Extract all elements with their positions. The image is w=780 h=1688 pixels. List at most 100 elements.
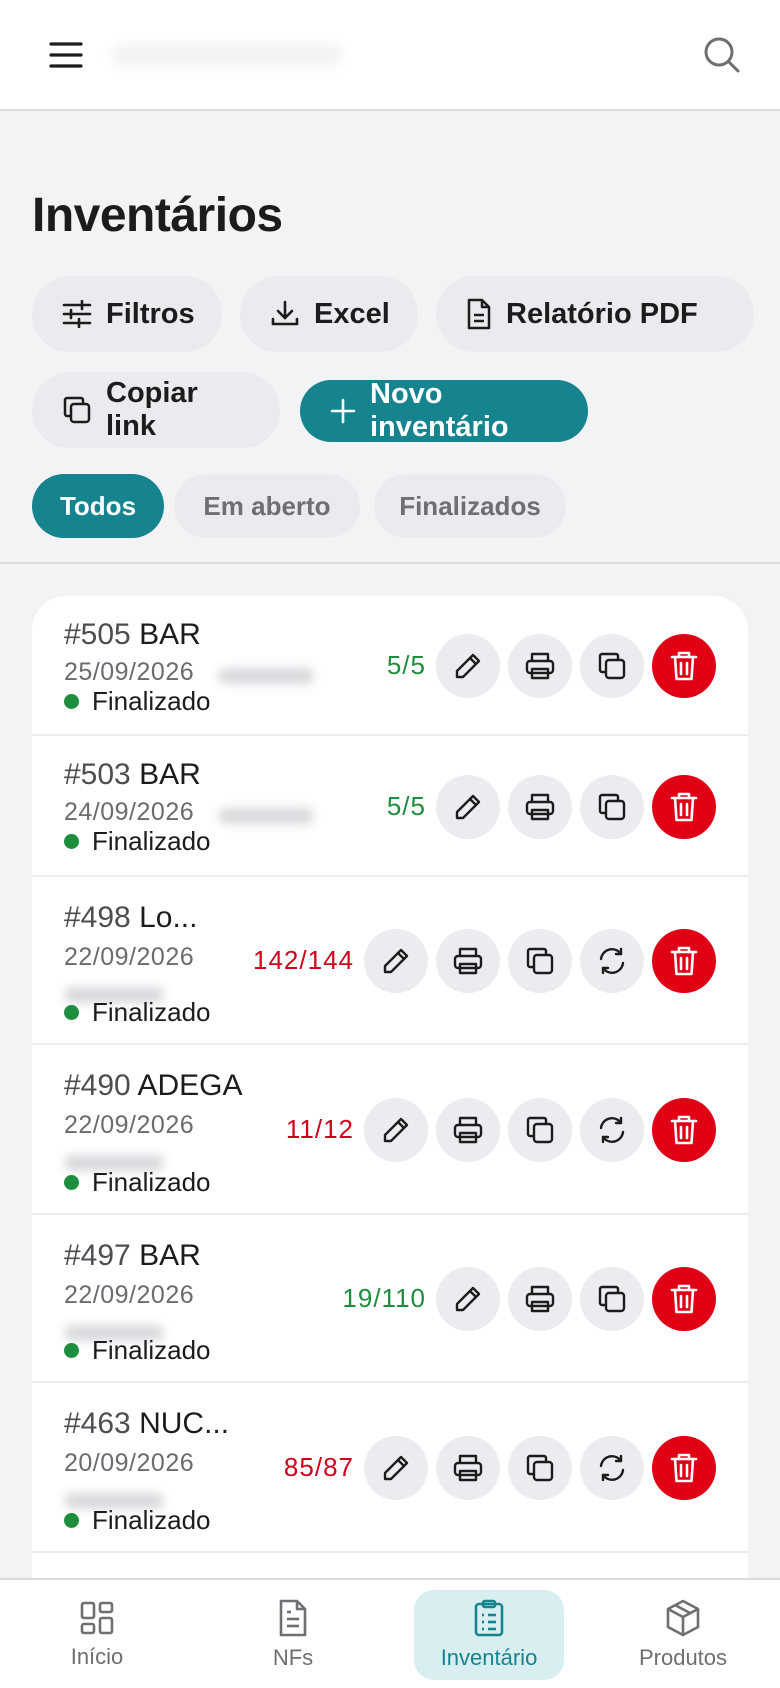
status-label: Finalizado — [92, 1505, 211, 1535]
item-date: 22/09/2026 — [64, 943, 195, 971]
pencil-icon — [453, 651, 483, 681]
menu-icon[interactable] — [44, 33, 88, 77]
print-button[interactable] — [436, 1436, 500, 1500]
item-date: 20/09/2026 — [64, 1449, 195, 1477]
item-user — [218, 668, 314, 684]
copy-link-button[interactable]: Copiar link — [32, 372, 280, 448]
duplicate-button[interactable] — [508, 1098, 572, 1162]
duplicate-button[interactable] — [580, 775, 644, 839]
pencil-icon — [381, 946, 411, 976]
status-badge: Finalizado — [64, 1167, 211, 1198]
nav-home[interactable]: Início — [22, 1590, 172, 1680]
clipboard-list-icon — [474, 1599, 504, 1637]
status-badge: Finalizado — [64, 686, 211, 717]
divider — [0, 562, 780, 564]
delete-button[interactable] — [652, 1098, 716, 1162]
bottom-nav: Início NFs Inventário Produtos — [0, 1578, 780, 1688]
print-button[interactable] — [508, 775, 572, 839]
list-item: #497 BAR 22/09/2026 Finalizado 19/110 — [32, 1215, 748, 1383]
printer-icon — [452, 946, 484, 976]
item-number: #503 — [64, 758, 131, 791]
sync-button[interactable] — [580, 1098, 644, 1162]
printer-icon — [524, 792, 556, 822]
item-title: #503 BAR — [64, 758, 201, 792]
status-badge: Finalizado — [64, 997, 211, 1028]
status-dot — [64, 1005, 79, 1020]
new-inventory-button[interactable]: Novo inventário — [300, 378, 588, 443]
item-date: 22/09/2026 — [64, 1281, 195, 1309]
search-icon[interactable] — [700, 33, 744, 77]
printer-icon — [524, 651, 556, 681]
status-dot — [64, 834, 79, 849]
item-number: #490 — [64, 1069, 131, 1102]
print-button[interactable] — [436, 1098, 500, 1162]
print-button[interactable] — [436, 929, 500, 993]
tab-finished[interactable]: Finalizados — [374, 474, 566, 538]
item-number: #505 — [64, 618, 131, 651]
status-label: Finalizado — [92, 826, 211, 856]
item-number: #498 — [64, 901, 131, 934]
print-button[interactable] — [508, 634, 572, 698]
item-title: #498 Lo... — [64, 901, 197, 935]
delete-button[interactable] — [652, 1267, 716, 1331]
copy-link-label: Copiar link — [106, 377, 198, 442]
tab-all[interactable]: Todos — [32, 474, 164, 538]
item-title: #490 ADEGA — [64, 1069, 242, 1103]
duplicate-button[interactable] — [508, 1436, 572, 1500]
status-badge: Finalizado — [64, 1505, 211, 1536]
item-count: 142/144 — [253, 945, 354, 975]
nav-inventory[interactable]: Inventário — [414, 1590, 564, 1680]
item-number: #463 — [64, 1407, 131, 1440]
trash-icon — [670, 1452, 698, 1484]
page-title: Inventários — [32, 189, 283, 242]
sync-button[interactable] — [580, 929, 644, 993]
duplicate-button[interactable] — [508, 929, 572, 993]
filters-label: Filtros — [106, 297, 195, 330]
pencil-icon — [381, 1115, 411, 1145]
edit-button[interactable] — [364, 1098, 428, 1162]
item-count: 85/87 — [283, 1452, 354, 1482]
copy-icon — [597, 792, 627, 822]
delete-button[interactable] — [652, 634, 716, 698]
excel-button[interactable]: Excel — [240, 276, 418, 352]
edit-button[interactable] — [364, 929, 428, 993]
item-number: #497 — [64, 1239, 131, 1272]
print-button[interactable] — [508, 1267, 572, 1331]
edit-button[interactable] — [436, 1267, 500, 1331]
pencil-icon — [453, 1284, 483, 1314]
pdf-report-button[interactable]: Relatório PDF — [436, 276, 754, 352]
edit-button[interactable] — [436, 775, 500, 839]
status-label: Finalizado — [92, 686, 211, 716]
item-count: 19/110 — [342, 1283, 426, 1313]
delete-button[interactable] — [652, 1436, 716, 1500]
item-name: BAR — [139, 1239, 201, 1272]
edit-button[interactable] — [364, 1436, 428, 1500]
item-count: 5/5 — [386, 791, 426, 821]
nav-products[interactable]: Produtos — [608, 1590, 758, 1680]
refresh-icon — [597, 1453, 627, 1483]
inventory-list: #505 BAR 25/09/2026 Finalizado 5/5 #503 BAR 2… — [32, 596, 748, 1688]
tab-open[interactable]: Em aberto — [174, 474, 360, 538]
item-name: BAR — [139, 618, 201, 651]
document-icon — [279, 1599, 307, 1637]
delete-button[interactable] — [652, 775, 716, 839]
copy-icon — [525, 1115, 555, 1145]
status-label: Finalizado — [92, 1167, 211, 1197]
list-item: #490 ADEGA 22/09/2026 Finalizado 11/12 — [32, 1045, 748, 1215]
delete-button[interactable] — [652, 929, 716, 993]
filters-button[interactable]: Filtros — [32, 276, 222, 352]
grid-icon — [80, 1601, 114, 1635]
item-name: NUC... — [139, 1407, 230, 1440]
nav-nfs-label: NFs — [272, 1645, 314, 1670]
edit-button[interactable] — [436, 634, 500, 698]
top-bar — [0, 0, 780, 111]
duplicate-button[interactable] — [580, 1267, 644, 1331]
status-dot — [64, 1513, 79, 1528]
box-icon — [666, 1599, 700, 1637]
excel-label: Excel — [314, 297, 390, 330]
copy-icon — [525, 1453, 555, 1483]
sync-button[interactable] — [580, 1436, 644, 1500]
pencil-icon — [453, 792, 483, 822]
nav-nfs[interactable]: NFs — [218, 1590, 368, 1680]
duplicate-button[interactable] — [580, 634, 644, 698]
